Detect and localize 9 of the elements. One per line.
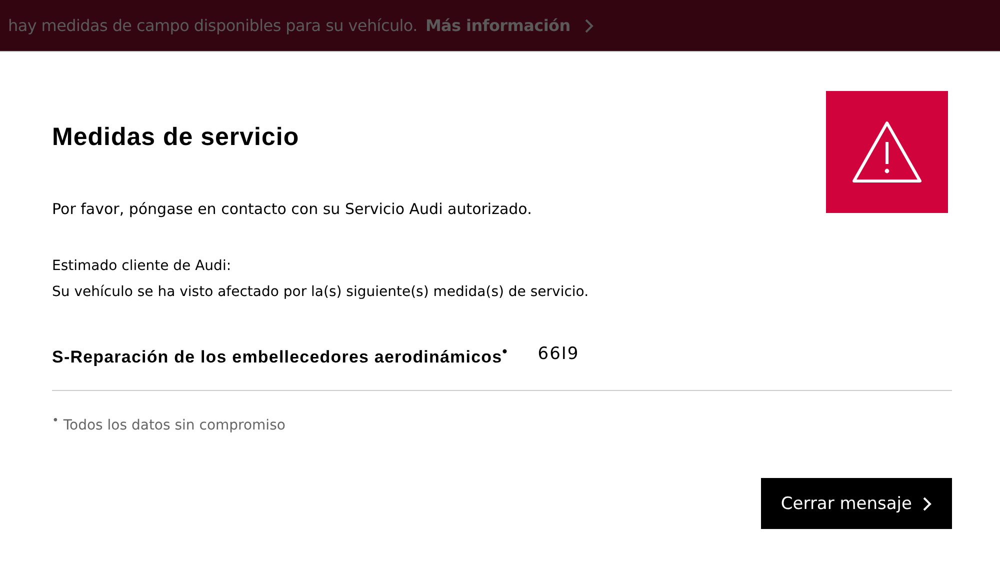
message-text: Su vehículo se ha visto afectado por la(s) siguiente(s) medida(s) de servicio. bbox=[52, 284, 590, 300]
footnote-text: $^{•}$ Todos los datos sin compromiso bbox=[52, 412, 286, 434]
measure-code: 66I9 bbox=[538, 344, 580, 366]
dialog-title: Medidas de servicio bbox=[52, 123, 300, 152]
close-message-button[interactable]: Cerrar mensaje bbox=[760, 478, 952, 530]
contact-text: Por favor, póngase en contacto con su Servicio Audi autorizado. bbox=[52, 200, 532, 218]
banner-text: hay medidas de campo disponibles para su vehículo. bbox=[8, 16, 418, 35]
greeting-text: Estimado cliente de Audi: bbox=[52, 258, 232, 274]
measure-name: S-Reparación de los embellecedores aerodinámicos$^{•}$ bbox=[52, 344, 508, 368]
